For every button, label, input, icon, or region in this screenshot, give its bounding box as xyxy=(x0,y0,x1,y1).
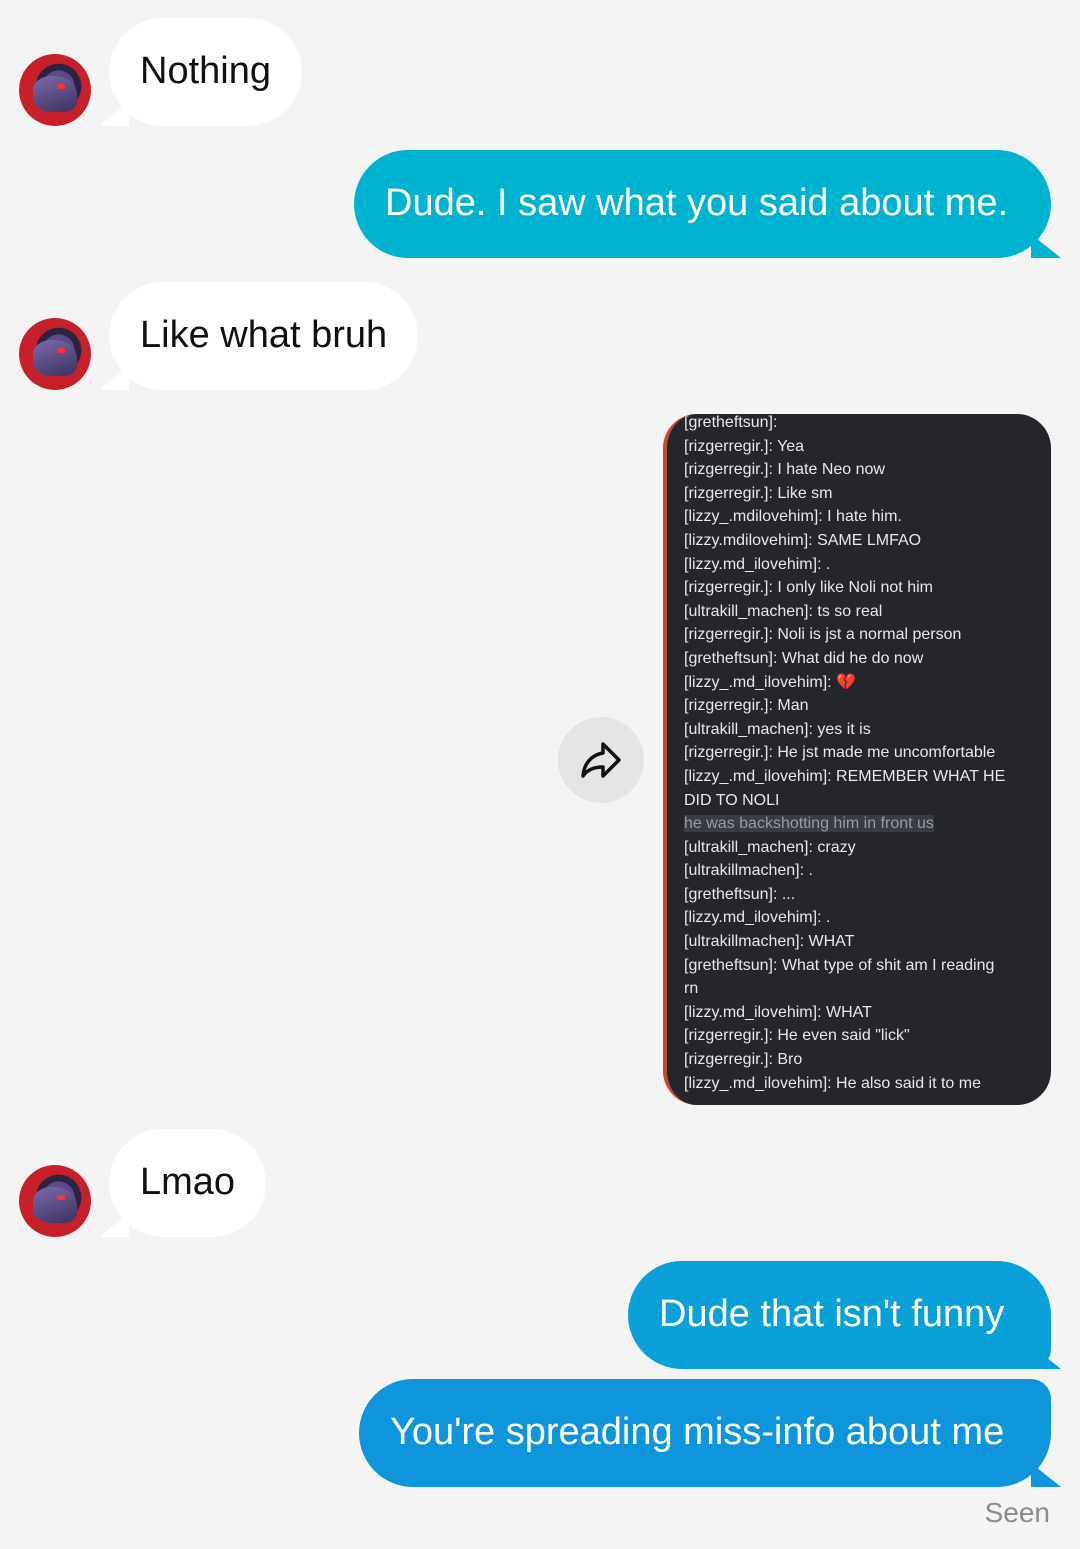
screenshot-line: rn xyxy=(684,980,699,998)
screenshot-line: [lizzy.md_ilovehim]: . xyxy=(684,909,831,927)
message-bubble-outgoing[interactable]: Dude. I saw what you said about me. xyxy=(354,150,1051,258)
screenshot-line: [lizzy_.md_ilovehim]: REMEMBER WHAT HE xyxy=(684,767,1006,785)
screenshot-line: [ultrakillmachen]: . xyxy=(684,862,813,880)
screenshot-line: [rizgerregir.]: I hate Neo now xyxy=(684,461,885,479)
screenshot-line: [rizgerregir.]: I only like Noli not him xyxy=(684,579,933,597)
share-button[interactable] xyxy=(558,717,644,803)
contact-avatar[interactable] xyxy=(19,318,91,390)
message-text: Dude. I saw what you said about me. xyxy=(385,182,1009,225)
screenshot-line: [lizzy.md_ilovehim]: . xyxy=(684,555,831,573)
message-text: Dude that isn't funny xyxy=(659,1293,1005,1336)
screenshot-line: [ultrakill_machen]: crazy xyxy=(684,838,856,856)
shared-screenshot-image[interactable]: [gretheftsun]: [rizgerregir.]: Yea [rizger… xyxy=(663,414,1051,1105)
screenshot-line: [rizgerregir.]: He even said "lick" xyxy=(684,1027,910,1045)
message-text: Like what bruh xyxy=(140,314,388,357)
message-bubble-outgoing[interactable]: You're spreading miss-info about me xyxy=(359,1379,1051,1487)
screenshot-line: [rizgerregir.]: He jst made me uncomfort… xyxy=(684,744,996,762)
screenshot-line: [rizgerregir.]: Bro xyxy=(684,1051,803,1069)
screenshot-line: [ultrakill_machen]: yes it is xyxy=(684,720,871,738)
message-bubble-incoming[interactable]: Like what bruh xyxy=(109,282,419,390)
message-bubble-outgoing[interactable]: Dude that isn't funny xyxy=(628,1261,1051,1369)
screenshot-line: [rizgerregir.]: Noli is jst a normal per… xyxy=(684,626,962,644)
screenshot-line: [lizzy_.mdilovehim]: I hate him. xyxy=(684,508,902,526)
message-bubble-incoming[interactable]: Lmao xyxy=(109,1129,267,1237)
screenshot-line: [lizzy.mdilovehim]: SAME LMFAO xyxy=(684,531,922,549)
screenshot-line: [lizzy.md_ilovehim]: WHAT xyxy=(684,1003,872,1021)
message-bubble-incoming[interactable]: Nothing xyxy=(109,18,302,126)
contact-avatar[interactable] xyxy=(19,1165,91,1237)
seen-status: Seen xyxy=(984,1497,1050,1528)
screenshot-line: [gretheftsun]: xyxy=(684,414,778,431)
screenshot-line: DID TO NOLI xyxy=(684,791,780,809)
screenshot-line: [ultrakillmachen]: WHAT xyxy=(684,933,855,951)
message-text: Lmao xyxy=(140,1161,236,1204)
screenshot-text-lines: [gretheftsun]: [rizgerregir.]: Yea [rizger… xyxy=(684,414,1041,1095)
screenshot-line: [gretheftsun]: ... xyxy=(684,885,796,903)
screenshot-line: [rizgerregir.]: Like sm xyxy=(684,484,833,502)
screenshot-line: [gretheftsun]: What type of shit am I re… xyxy=(684,956,995,974)
message-text: You're spreading miss-info about me xyxy=(390,1411,1005,1454)
screenshot-line: [lizzy_.md_ilovehim]: He also said it to… xyxy=(684,1074,981,1092)
share-arrow-icon xyxy=(581,742,621,778)
message-text: Nothing xyxy=(140,50,271,93)
screenshot-line: [ultrakill_machen]: ts so real xyxy=(684,602,883,620)
screenshot-line: [rizgerregir.]: Yea xyxy=(684,437,805,455)
screenshot-line: he was backshotting him in front us xyxy=(684,815,934,833)
contact-avatar[interactable] xyxy=(19,54,91,126)
screenshot-line: [gretheftsun]: What did he do now xyxy=(684,649,924,667)
screenshot-line: [lizzy_.md_ilovehim]: 💔 xyxy=(684,673,856,691)
screenshot-line: [rizgerregir.]: Man xyxy=(684,697,809,715)
